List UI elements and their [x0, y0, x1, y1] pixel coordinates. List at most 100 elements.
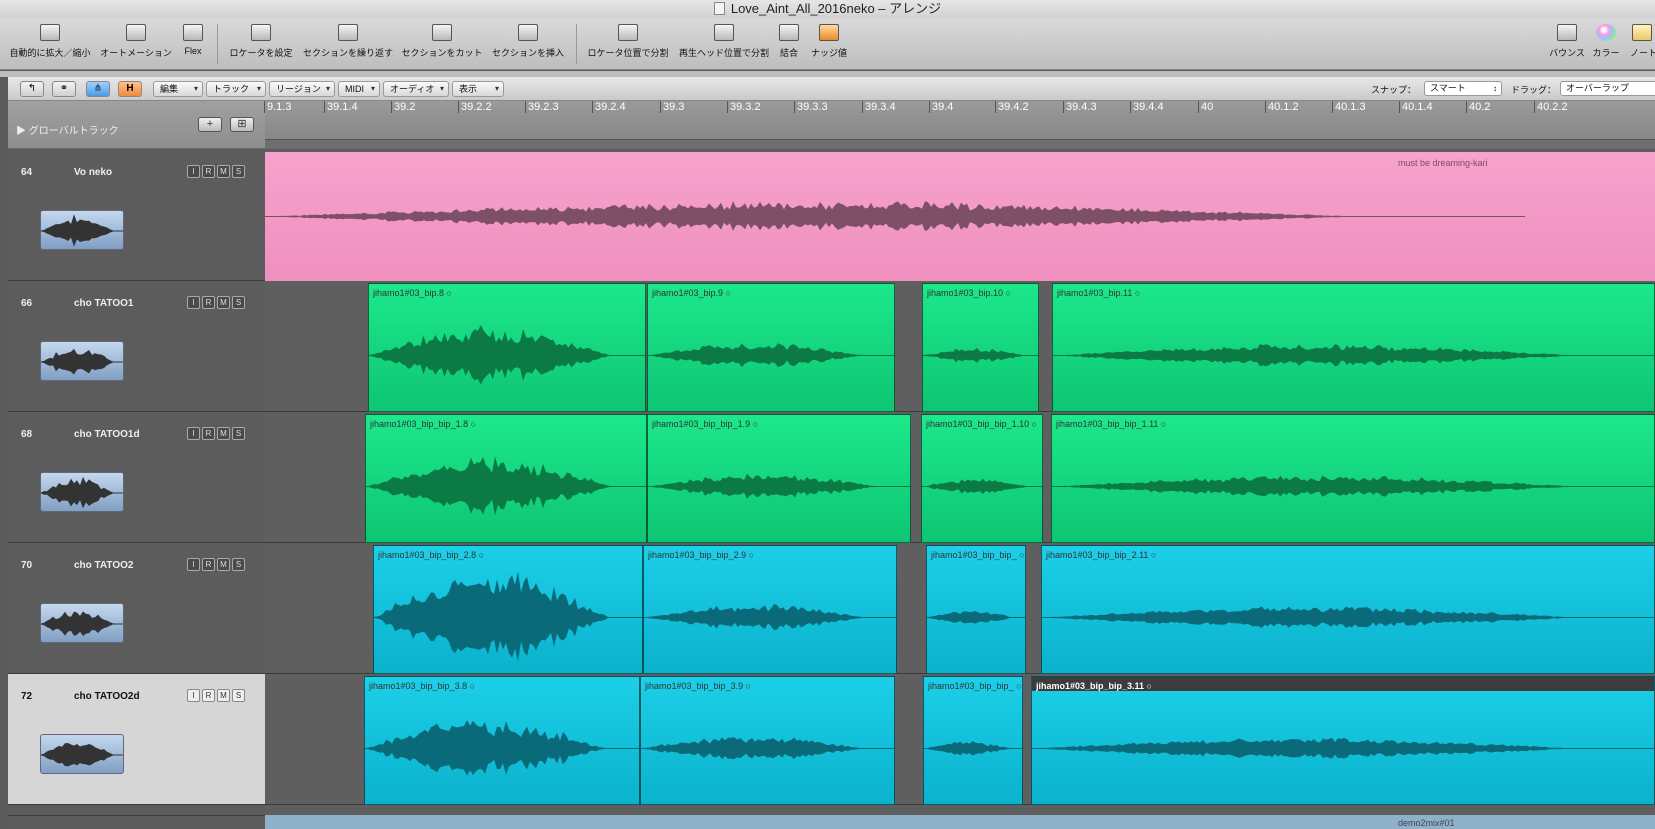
track-header[interactable]: 64 Vo neko I R M S [8, 150, 265, 281]
back-icon[interactable]: ↰ [20, 81, 44, 97]
solo-button[interactable]: S [232, 427, 245, 440]
snap-select[interactable]: スマート ↕ [1424, 81, 1502, 96]
mute-button[interactable]: M [217, 165, 230, 178]
record-enable-button[interactable]: R [202, 165, 215, 178]
track-name[interactable]: Vo neko [74, 167, 112, 178]
region-name: jihamo1#03_bip.8 ○ [373, 288, 452, 298]
split-locators-button[interactable]: ロケータ位置で分割 [586, 24, 670, 68]
link-icon[interactable]: ⚭ [52, 81, 76, 97]
ruler-label: 39.2.3 [528, 101, 559, 113]
add-folder-icon[interactable]: ⊞ [230, 117, 254, 132]
waveform [366, 456, 646, 516]
color-button[interactable]: カラー [1592, 24, 1620, 68]
audio-region[interactable]: jihamo1#03_bip_bip_1.11 ○ [1051, 414, 1655, 543]
ruler-label: 40.2 [1469, 101, 1491, 113]
mute-button[interactable]: M [217, 689, 230, 702]
waveform [648, 343, 894, 368]
track-header[interactable]: 66 cho TATOO1 I R M S [8, 281, 265, 412]
track-lane[interactable]: jihamo1#03_bip_bip_1.8 ○ jihamo1#03_bip_b… [265, 412, 1655, 543]
split-playhead-button[interactable]: 再生ヘッド位置で分割 [678, 24, 770, 68]
nudge-button[interactable]: ナッジ値 [808, 24, 850, 68]
solo-button[interactable]: S [232, 165, 245, 178]
mute-button[interactable]: M [217, 296, 230, 309]
track-name[interactable]: cho TATOO1 [74, 298, 133, 309]
menu-audio[interactable]: オーディオ ▾ [383, 81, 449, 97]
track-name[interactable]: cho TATOO2 [74, 560, 133, 571]
audio-region[interactable]: jihamo1#03_bip.11 ○ [1052, 283, 1655, 412]
join-button[interactable]: 結合 [776, 24, 802, 68]
cut-section-button[interactable]: セクションをカット [401, 24, 483, 68]
audio-region[interactable]: jihamo1#03_bip_bip_1.8 ○ [365, 414, 647, 543]
record-enable-button[interactable]: R [202, 558, 215, 571]
track-headers: 64 Vo neko I R M S 66 cho TATOO1 I R M S 68 cho TATOO… [8, 150, 265, 829]
menu-midi[interactable]: MIDI ▾ [338, 81, 380, 97]
mute-button[interactable]: M [217, 427, 230, 440]
hide-tracks-icon[interactable]: H [118, 81, 142, 97]
bar-ruler[interactable]: 9.1.3 39.1.4 39.2 39.2.2 39.2.3 39.2.4 39.3 39.… [264, 101, 1655, 149]
record-enable-button[interactable]: R [202, 689, 215, 702]
drag-select[interactable]: オーバーラップ [1560, 81, 1655, 96]
waveform [923, 347, 1038, 363]
audio-region[interactable]: must be dreaming-kari [265, 152, 1655, 281]
audio-region[interactable]: jihamo1#03_bip_bip_ ○ [923, 676, 1023, 805]
menu-edit[interactable]: 編集 ▾ [153, 81, 203, 97]
window-title: Love_Aint_All_2016neko – アレンジ [730, 1, 942, 16]
auto-zoom-icon [40, 24, 60, 41]
track-lane[interactable]: jihamo1#03_bip.8 ○ jihamo1#03_bip.9 ○ jiha… [265, 281, 1655, 412]
record-enable-button[interactable]: R [202, 427, 215, 440]
input-monitor-button[interactable]: I [187, 558, 200, 571]
add-track-button[interactable]: + [198, 117, 222, 132]
notes-button[interactable]: ノート [1630, 24, 1655, 68]
input-monitor-button[interactable]: I [187, 165, 200, 178]
bounce-button[interactable]: バウンス [1546, 24, 1588, 68]
audio-region[interactable]: jihamo1#03_bip_bip_3.9 ○ [640, 676, 895, 805]
audio-region[interactable]: jihamo1#03_bip_bip_2.9 ○ [643, 545, 897, 674]
solo-button[interactable]: S [232, 558, 245, 571]
audio-region[interactable]: jihamo1#03_bip_bip_ ○ [926, 545, 1026, 674]
track-lane[interactable]: jihamo1#03_bip_bip_3.8 ○ jihamo1#03_bip_b… [265, 674, 1655, 805]
menu-view[interactable]: 表示 ▾ [452, 81, 504, 97]
flex-button[interactable]: Flex [180, 24, 206, 68]
auto-zoom-button[interactable]: 自動的に拡大／縮小 [8, 24, 92, 68]
track-header[interactable]: 68 cho TATOO1d I R M S [8, 412, 265, 543]
waveform [41, 476, 123, 509]
input-monitor-button[interactable]: I [187, 427, 200, 440]
global-tracks-toggle[interactable]: ▶ グローバルトラック [16, 122, 119, 137]
region-name: jihamo1#03_bip_bip_3.8 ○ [369, 681, 476, 691]
audio-region[interactable]: jihamo1#03_bip.8 ○ [368, 283, 646, 412]
bottom-region[interactable]: demo2mix#01 [265, 815, 1655, 829]
track-header[interactable]: 72 cho TATOO2d I R M S [8, 674, 265, 805]
mute-button[interactable]: M [217, 558, 230, 571]
automation-button[interactable]: オートメーション [98, 24, 174, 68]
track-name[interactable]: cho TATOO1d [74, 429, 140, 440]
catch-icon[interactable]: ⋔ [86, 81, 110, 97]
audio-region[interactable]: jihamo1#03_bip_bip_2.8 ○ [373, 545, 643, 674]
split-playhead-icon [714, 24, 734, 41]
audio-region[interactable]: jihamo1#03_bip_bip_3.8 ○ [364, 676, 640, 805]
solo-button[interactable]: S [232, 689, 245, 702]
solo-button[interactable]: S [232, 296, 245, 309]
set-locators-button[interactable]: ロケータを設定 [226, 24, 296, 68]
insert-section-button[interactable]: セクションを挿入 [491, 24, 565, 68]
audio-region[interactable]: jihamo1#03_bip_bip_1.9 ○ [647, 414, 911, 543]
cycle-strip[interactable] [265, 139, 1655, 149]
track-header[interactable]: 70 cho TATOO2 I R M S [8, 543, 265, 674]
audio-region[interactable]: jihamo1#03_bip.9 ○ [647, 283, 895, 412]
track-name[interactable]: cho TATOO2d [74, 691, 140, 702]
record-enable-button[interactable]: R [202, 296, 215, 309]
region-name: jihamo1#03_bip_bip_2.11 ○ [1046, 550, 1157, 560]
repeat-section-button[interactable]: セクションを繰り返す [302, 24, 394, 68]
track-number: 70 [21, 560, 33, 571]
menu-track[interactable]: トラック ▾ [206, 81, 266, 97]
audio-region[interactable]: jihamo1#03_bip_bip_3.11 ○ [1031, 676, 1655, 805]
input-monitor-button[interactable]: I [187, 689, 200, 702]
audio-region[interactable]: jihamo1#03_bip.10 ○ [922, 283, 1039, 412]
track-lane[interactable]: jihamo1#03_bip_bip_2.8 ○ jihamo1#03_bip_b… [265, 543, 1655, 674]
audio-region[interactable]: jihamo1#03_bip_bip_1.10 ○ [921, 414, 1043, 543]
input-monitor-button[interactable]: I [187, 296, 200, 309]
track-number: 66 [21, 298, 33, 309]
nudge-icon [819, 24, 839, 41]
menu-region[interactable]: リージョン ▾ [269, 81, 335, 97]
audio-region[interactable]: jihamo1#03_bip_bip_2.11 ○ [1041, 545, 1655, 674]
track-lane[interactable]: must be dreaming-kari [265, 150, 1655, 281]
